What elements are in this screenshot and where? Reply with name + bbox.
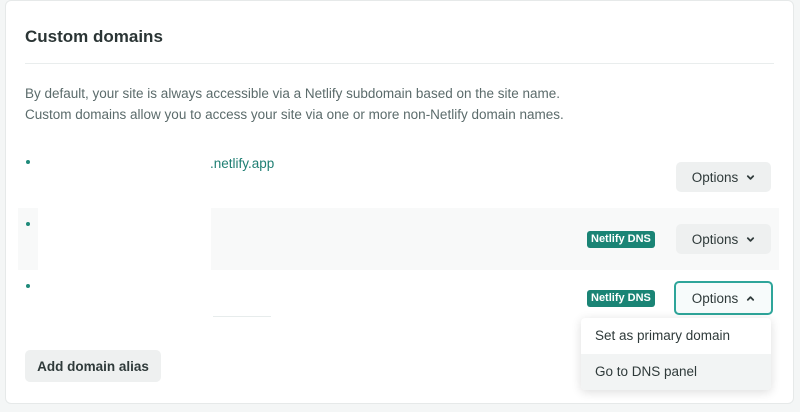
netlify-dns-badge: Netlify DNS [587, 231, 655, 248]
domain-name[interactable]: .netlify.app [210, 156, 274, 171]
domain-row-netlify-subdomain: .netlify.app Options [18, 146, 779, 208]
options-button-open[interactable]: Options [674, 281, 773, 315]
redacted-domain-name [38, 208, 211, 270]
menu-item-go-to-dns-panel[interactable]: Go to DNS panel [581, 354, 771, 390]
section-divider [25, 63, 774, 64]
options-label: Options [691, 169, 739, 185]
options-dropdown-menu: Set as primary domain Go to DNS panel [581, 318, 771, 390]
options-label: Options [691, 290, 739, 306]
chevron-down-icon [747, 174, 755, 180]
redacted-artifact [213, 316, 271, 317]
section-description: By default, your site is always accessib… [25, 83, 564, 125]
custom-domains-card: Custom domains By default, your site is … [5, 0, 794, 404]
bullet-icon [26, 284, 30, 288]
netlify-dns-badge: Netlify DNS [587, 290, 655, 307]
options-button[interactable]: Options [676, 162, 771, 192]
description-line-1: By default, your site is always accessib… [25, 86, 561, 101]
chevron-down-icon [747, 236, 755, 242]
options-label: Options [691, 231, 739, 247]
add-domain-alias-button[interactable]: Add domain alias [25, 350, 161, 382]
redacted-domain-name [38, 146, 211, 208]
bullet-icon [26, 222, 30, 226]
chevron-up-icon [747, 295, 755, 301]
bullet-icon [26, 160, 30, 164]
section-title: Custom domains [25, 27, 163, 46]
domain-row-custom-1: Netlify DNS Options [18, 208, 779, 270]
options-button[interactable]: Options [676, 224, 771, 254]
description-line-2: Custom domains allow you to access your … [25, 107, 564, 122]
menu-item-set-primary-domain[interactable]: Set as primary domain [581, 318, 771, 354]
